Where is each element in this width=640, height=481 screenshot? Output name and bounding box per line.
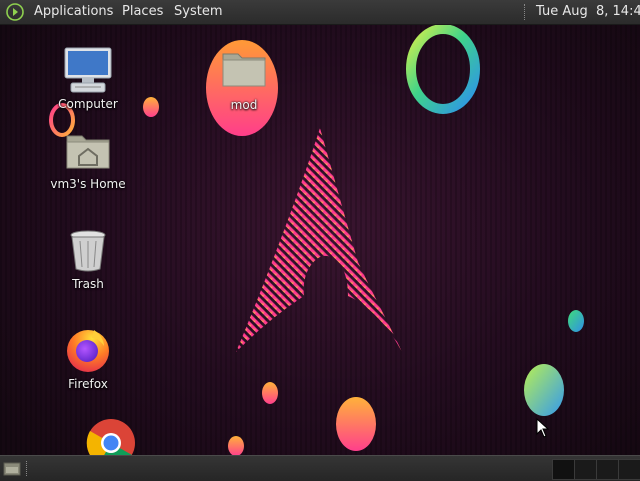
applications-menu[interactable]: Applications — [34, 0, 113, 24]
folder-icon[interactable] — [221, 50, 267, 90]
desktop-background: Computer vm3's Home Trash Firefox mod — [0, 0, 640, 480]
workspace-4[interactable] — [618, 459, 640, 480]
firefox-icon[interactable] — [64, 326, 112, 374]
mod-folder-label[interactable]: mod — [189, 98, 299, 112]
system-menu[interactable]: System — [174, 0, 222, 24]
panel-separator — [524, 4, 527, 20]
places-menu[interactable]: Places — [122, 0, 163, 24]
computer-icon[interactable] — [63, 46, 113, 94]
home-folder-icon[interactable] — [65, 130, 111, 170]
bottom-panel — [0, 455, 640, 481]
trash-icon[interactable] — [69, 229, 107, 273]
mouse-pointer-icon — [536, 418, 550, 438]
trash-label[interactable]: Trash — [33, 277, 143, 291]
chrome-icon[interactable] — [86, 418, 136, 458]
computer-label[interactable]: Computer — [33, 97, 143, 111]
home-label[interactable]: vm3's Home — [33, 177, 143, 191]
panel-handle[interactable] — [26, 461, 30, 476]
show-desktop-icon[interactable] — [3, 461, 21, 476]
firefox-label[interactable]: Firefox — [33, 377, 143, 391]
clock[interactable]: Tue Aug 8, 14:45 — [536, 0, 640, 24]
top-panel: Applications Places System Tue Aug 8, 14… — [0, 0, 640, 25]
mate-menu-icon[interactable] — [6, 3, 24, 21]
